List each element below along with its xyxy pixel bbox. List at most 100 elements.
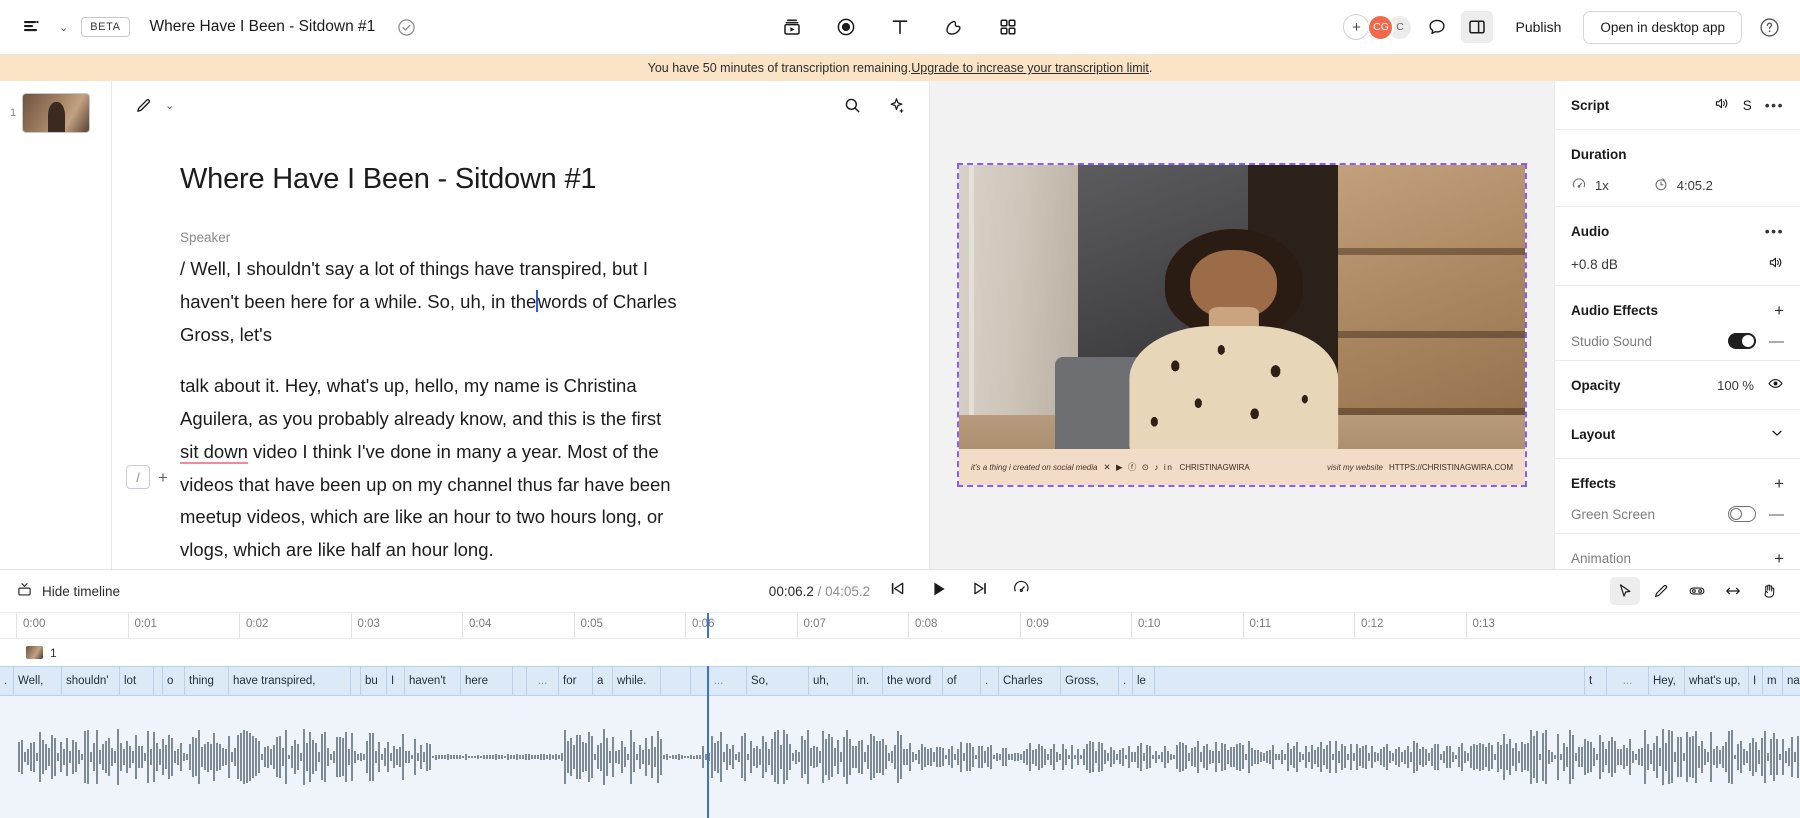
word-chip[interactable]: while. [613, 667, 661, 695]
eye-icon[interactable] [1767, 375, 1784, 395]
word-gap-chip[interactable]: ... [1607, 667, 1649, 695]
script-more-button[interactable]: ••• [1765, 97, 1784, 113]
speaker-icon[interactable] [1713, 95, 1730, 115]
word-chip[interactable]: a [593, 667, 613, 695]
word-chip[interactable]: lot [120, 667, 154, 695]
word-chip[interactable]: . [981, 667, 999, 695]
word-chip[interactable]: shouldn' [62, 667, 120, 695]
misspelled-word[interactable]: sit down [180, 440, 248, 464]
word-chip[interactable]: the word [883, 667, 943, 695]
word-chip[interactable] [661, 667, 691, 695]
word-chip[interactable]: I [387, 667, 405, 695]
remove-studio-sound-button[interactable]: — [1769, 334, 1784, 349]
banner-upgrade-link[interactable]: Upgrade to increase your transcription l… [911, 61, 1149, 75]
word-gap-chip[interactable]: ... [527, 667, 559, 695]
playhead-ruler[interactable] [707, 613, 709, 638]
layout-chevron-down-icon[interactable] [1770, 426, 1784, 443]
transcript-paragraph-2[interactable]: talk about it. Hey, what's up, hello, my… [180, 370, 680, 568]
word-chip[interactable]: So, [747, 667, 809, 695]
solo-button[interactable]: S [1743, 98, 1752, 113]
word-chip[interactable] [351, 667, 361, 695]
remove-green-screen-button[interactable]: — [1769, 507, 1784, 522]
audio-more-button[interactable]: ••• [1765, 223, 1784, 239]
text-icon[interactable] [883, 11, 917, 43]
menu-chevron-down-icon[interactable]: ⌄ [56, 17, 71, 38]
add-animation-button[interactable]: + [1774, 550, 1784, 567]
word-chip[interactable]: haven't [405, 667, 461, 695]
word-chip[interactable]: thing [185, 667, 229, 695]
scene-item[interactable]: 1 [10, 93, 101, 133]
word-chip[interactable]: Hey, [1649, 667, 1685, 695]
word-chip[interactable] [154, 667, 163, 695]
script-content[interactable]: Where Have I Been - Sitdown #1 Speaker /… [112, 129, 929, 569]
word-gap-chip[interactable]: ... [691, 667, 747, 695]
word-chip[interactable]: uh, [809, 667, 853, 695]
word-chip[interactable]: Charles [999, 667, 1061, 695]
scene-thumbnail[interactable] [22, 93, 91, 133]
playback-speed-control[interactable]: 1x [1571, 176, 1609, 195]
help-circle-icon[interactable] [1754, 12, 1784, 42]
word-chip[interactable]: what's up, [1685, 667, 1749, 695]
word-chip[interactable]: Gross, [1061, 667, 1119, 695]
word-chip[interactable]: . [0, 667, 14, 695]
gutter-add-button[interactable]: + [158, 469, 168, 486]
sparkle-ai-icon[interactable] [881, 90, 911, 120]
speaker-icon[interactable] [1767, 254, 1784, 274]
timeline-ruler[interactable]: 0:00 0:01 0:02 0:03 0:04 0:05 0:06 0:07 0:08 0:09… [0, 612, 1800, 639]
word-chip[interactable]: . [1119, 667, 1133, 695]
speaker-label[interactable]: Speaker [180, 230, 899, 245]
word-chip[interactable]: here [461, 667, 513, 695]
script-mode-chevron-down-icon[interactable]: ⌄ [162, 95, 177, 116]
page-title[interactable]: Where Have I Been - Sitdown #1 [180, 163, 899, 196]
word-chip[interactable]: bu [361, 667, 387, 695]
waveform-track[interactable] [0, 696, 1800, 818]
word-chip[interactable]: Well, [14, 667, 62, 695]
skip-forward-icon[interactable] [971, 579, 990, 603]
word-chip[interactable]: have transpired, [229, 667, 351, 695]
hand-tool[interactable] [1754, 577, 1784, 605]
skip-back-icon[interactable] [888, 579, 907, 603]
comment-icon[interactable] [1421, 11, 1453, 43]
word-chip[interactable] [1155, 667, 1585, 695]
add-audio-effect-button[interactable]: + [1774, 302, 1784, 319]
video-canvas[interactable]: it's a thing i created on social media ✕… [957, 163, 1527, 487]
grid-apps-icon[interactable] [991, 11, 1025, 43]
resize-tool[interactable] [1718, 577, 1748, 605]
speed-icon[interactable] [1012, 579, 1031, 603]
gutter-slash-button[interactable]: / [126, 465, 150, 489]
word-chip[interactable]: for [559, 667, 593, 695]
publish-button[interactable]: Publish [1501, 12, 1575, 42]
add-collaborator-button[interactable]: + [1343, 14, 1370, 40]
word-chip[interactable]: I [1749, 667, 1763, 695]
studio-sound-toggle[interactable] [1728, 333, 1756, 349]
word-chip[interactable]: of [943, 667, 981, 695]
audio-gain-value[interactable]: +0.8 dB [1571, 257, 1618, 272]
duration-time-control[interactable]: 4:05.2 [1653, 176, 1713, 195]
green-screen-toggle[interactable] [1728, 506, 1756, 522]
inspector-section-layout[interactable]: Layout [1555, 410, 1800, 459]
word-chip[interactable]: o [163, 667, 185, 695]
playhead[interactable] [707, 666, 709, 818]
search-icon[interactable] [837, 90, 867, 120]
word-chip[interactable]: t [1585, 667, 1607, 695]
play-icon[interactable] [929, 579, 949, 604]
avatar[interactable]: CG [1367, 13, 1395, 41]
link-tool[interactable] [1682, 577, 1712, 605]
word-chip[interactable]: name [1783, 667, 1800, 695]
transcript-paragraph-1[interactable]: / Well, I shouldn't say a lot of things … [180, 253, 680, 352]
shapes-icon[interactable] [937, 11, 971, 43]
add-effect-button[interactable]: + [1774, 475, 1784, 492]
side-panel-icon[interactable] [1461, 11, 1494, 43]
pen-tool[interactable] [1646, 577, 1676, 605]
cursor-tool[interactable] [1610, 577, 1640, 605]
record-icon[interactable] [829, 11, 863, 43]
media-library-icon[interactable] [775, 11, 809, 43]
document-title[interactable]: Where Have I Been - Sitdown #1 [150, 18, 376, 36]
open-desktop-app-button[interactable]: Open in desktop app [1583, 10, 1742, 44]
word-chip[interactable]: m [1763, 667, 1783, 695]
word-chip[interactable]: in. [853, 667, 883, 695]
word-track[interactable]: . Well, shouldn' lot o thing have transpired, b… [0, 666, 1800, 696]
word-chip[interactable] [513, 667, 527, 695]
hamburger-menu-icon[interactable] [16, 12, 46, 42]
hide-timeline-button[interactable]: Hide timeline [16, 581, 120, 601]
